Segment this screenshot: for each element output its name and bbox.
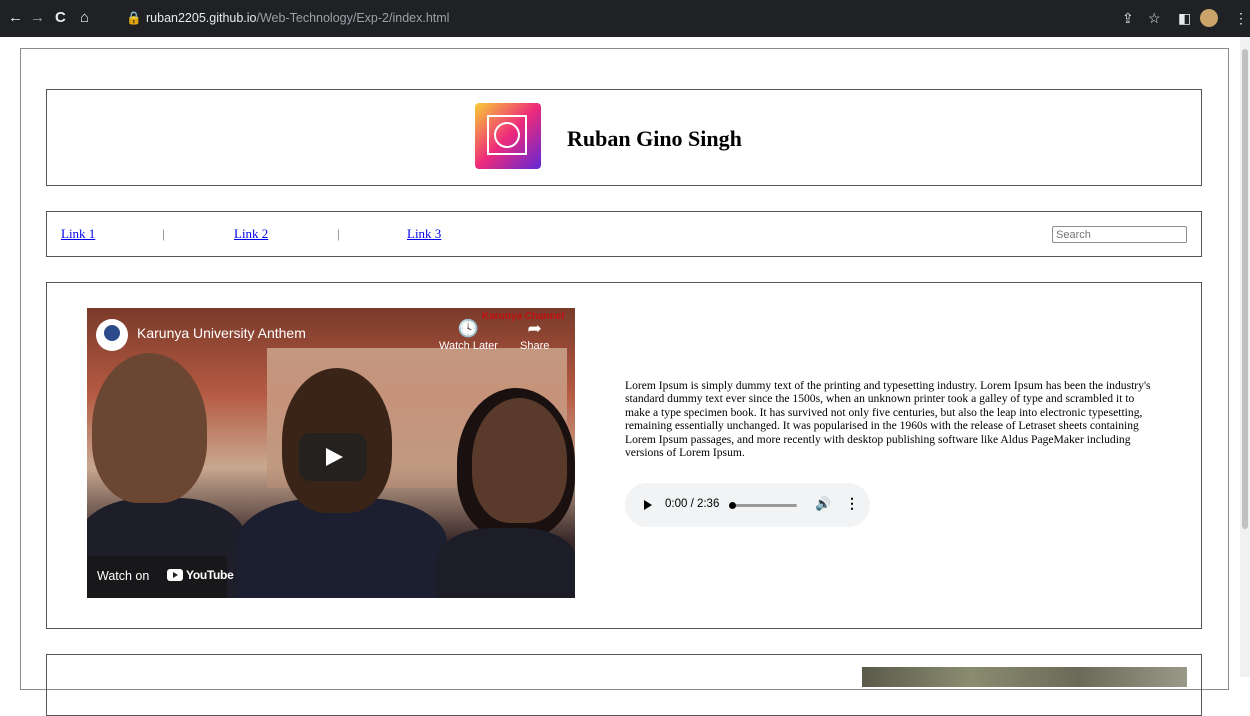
nav-bar: [46, 211, 1202, 257]
browser-menu-icon[interactable]: ⋮: [1234, 10, 1248, 26]
nav-separator: |: [337, 226, 340, 241]
volume-icon[interactable]: 🔊: [815, 496, 831, 512]
audio-player[interactable]: 0:00 / 2:36 🔊 ⋮: [625, 483, 870, 527]
youtube-label: YouTube: [186, 568, 234, 582]
watch-later-label: Watch Later: [439, 340, 498, 352]
nav-link-3[interactable]: Link 3: [407, 226, 441, 242]
channel-avatar[interactable]: [96, 319, 128, 351]
video-frame-shape: [472, 398, 567, 523]
watch-on-label: Watch on: [97, 569, 150, 583]
scrollbar-thumb[interactable]: [1242, 49, 1248, 529]
watch-on-youtube-button[interactable]: Watch on YouTube: [87, 556, 234, 598]
video-frame-shape: [237, 498, 447, 598]
audio-progress-slider[interactable]: [729, 502, 797, 509]
audio-play-icon[interactable]: [644, 500, 652, 510]
back-icon[interactable]: ←: [8, 9, 23, 27]
logo-icon: [475, 103, 541, 169]
search-input[interactable]: [1052, 226, 1187, 243]
share-arrow-icon: ➦: [527, 319, 542, 338]
nav-link-1[interactable]: Link 1: [61, 226, 95, 242]
reload-icon[interactable]: C: [55, 9, 66, 27]
video-frame-shape: [92, 353, 207, 503]
video-frame-shape: [437, 528, 575, 598]
play-button[interactable]: [299, 433, 367, 481]
audio-progress-knob[interactable]: [729, 502, 736, 509]
watch-later-button[interactable]: 🕓 Watch Later: [439, 318, 498, 352]
share-label: Share: [520, 340, 550, 352]
youtube-icon: [167, 569, 183, 581]
audio-time: 0:00 / 2:36: [665, 498, 720, 510]
more-options-icon[interactable]: ⋮: [845, 495, 859, 512]
profile-avatar[interactable]: [1200, 9, 1218, 27]
url-path: /Web-Technology/Exp-2/index.html: [256, 11, 450, 25]
lock-icon: 🔒: [126, 11, 142, 25]
bookmark-star-icon[interactable]: ☆: [1148, 10, 1161, 26]
youtube-embed[interactable]: Karunya University Anthem Karunya Channe…: [87, 308, 575, 598]
site-title: Ruban Gino Singh: [567, 126, 742, 151]
lower-section-image: [862, 667, 1187, 687]
share-button[interactable]: ➦ Share: [520, 318, 549, 352]
forward-icon[interactable]: →: [30, 9, 45, 27]
tab-search-icon[interactable]: ◧: [1178, 10, 1191, 26]
nav-separator: |: [162, 226, 165, 241]
url-host: ruban2205.github.io: [146, 11, 257, 25]
address-bar[interactable]: 🔒 ruban2205.github.io/Web-Technology/Exp-…: [126, 10, 449, 26]
page-scrollbar[interactable]: [1240, 37, 1250, 677]
video-title[interactable]: Karunya University Anthem: [137, 325, 306, 341]
home-icon[interactable]: ⌂: [80, 9, 89, 27]
nav-link-2[interactable]: Link 2: [234, 226, 268, 242]
clock-icon: 🕓: [457, 319, 480, 338]
share-icon[interactable]: ⇪: [1122, 10, 1134, 26]
lorem-paragraph: Lorem Ipsum is simply dummy text of the …: [625, 379, 1151, 460]
browser-toolbar: ← → C ⌂ 🔒 ruban2205.github.io/Web-Technol…: [0, 0, 1250, 37]
